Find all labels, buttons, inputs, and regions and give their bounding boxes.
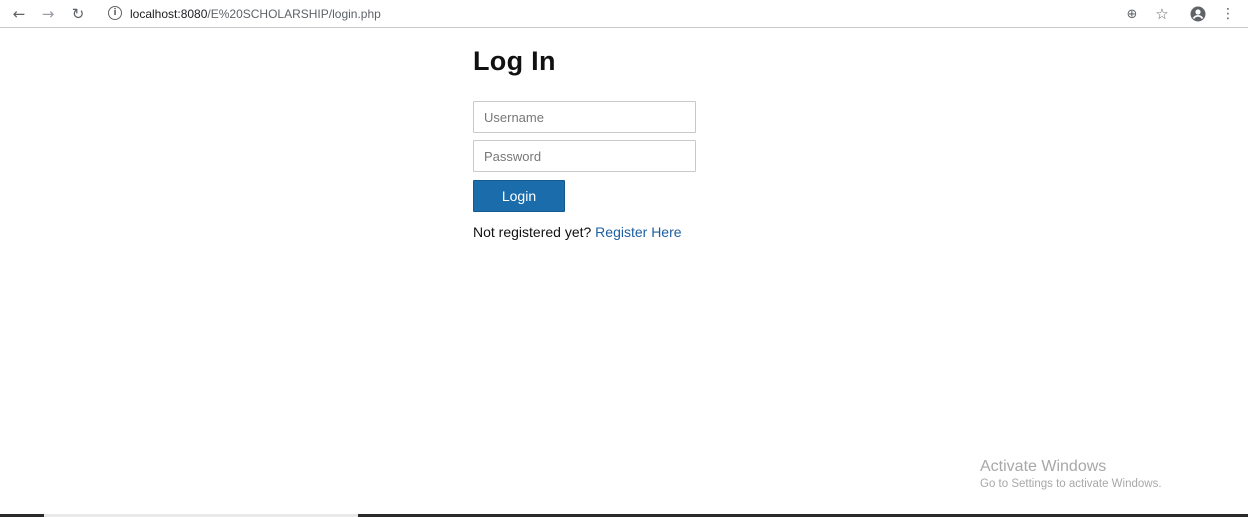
account-icon[interactable] — [1188, 4, 1208, 24]
register-link[interactable]: Register Here — [595, 224, 681, 240]
arrow-left-icon[interactable]: ← — [9, 4, 29, 24]
password-input[interactable] — [473, 140, 696, 172]
watermark-title: Activate Windows — [980, 458, 1107, 475]
arrow-right-icon[interactable]: → — [38, 4, 58, 24]
kebab-menu-icon[interactable]: ⋮ — [1218, 4, 1238, 24]
page-title: Log In — [473, 46, 556, 76]
url-host: localhost:8080 — [130, 7, 208, 21]
reload-icon[interactable]: ↻ — [68, 4, 88, 24]
zoom-icon[interactable]: ⊕ — [1122, 4, 1142, 24]
not-registered-text: Not registered yet? — [473, 224, 596, 240]
watermark-subtitle: Go to Settings to activate Windows. — [980, 478, 1162, 490]
username-input[interactable] — [473, 101, 696, 133]
url-text[interactable]: localhost:8080/E%20SCHOLARSHIP/login.php — [130, 7, 381, 21]
address-bar[interactable]: i localhost:8080/E%20SCHOLARSHIP/login.p… — [104, 3, 924, 25]
login-button[interactable]: Login — [473, 180, 565, 212]
login-form: Log In Login Not registered yet? Registe… — [473, 44, 773, 240]
browser-toolbar: ← → ↻ i localhost:8080/E%20SCHOLARSHIP/l… — [0, 0, 1248, 28]
activate-windows-watermark: Activate Windows Go to Settings to activ… — [980, 458, 1162, 490]
register-prompt: Not registered yet? Register Here — [473, 224, 682, 240]
url-path: /E%20SCHOLARSHIP/login.php — [207, 7, 381, 21]
star-icon[interactable]: ☆ — [1152, 4, 1172, 24]
info-icon[interactable]: i — [108, 6, 122, 20]
